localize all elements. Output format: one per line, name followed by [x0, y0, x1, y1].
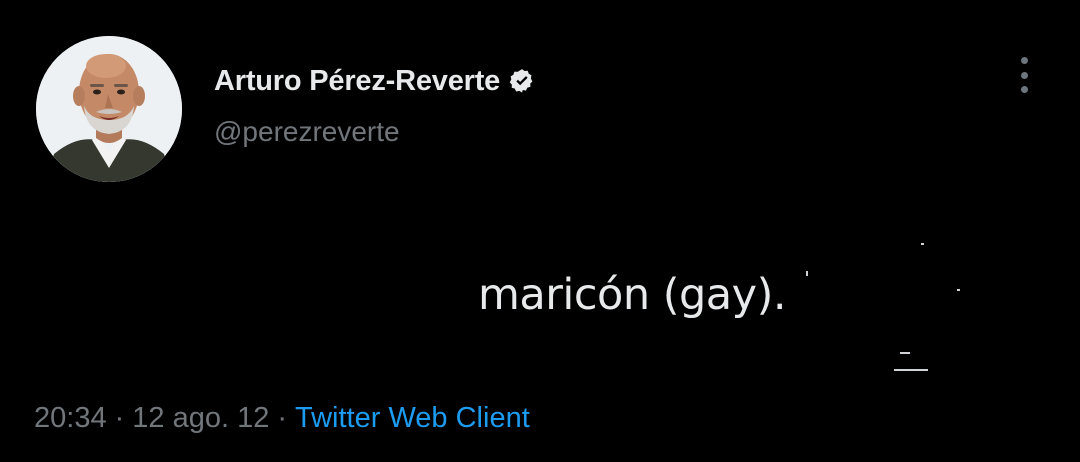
tweet-meta: 20:34 · 12 ago. 12 · Twitter Web Client: [34, 402, 530, 435]
author-name-row: Arturo Pérez-Reverte: [214, 62, 536, 100]
more-dot: [1020, 57, 1028, 64]
verified-badge-icon: [508, 67, 536, 95]
image-artifact: [921, 243, 924, 245]
meta-separator: ·: [277, 402, 287, 434]
more-dot: [1020, 71, 1028, 79]
meta-separator: ·: [114, 402, 125, 434]
author-display-name[interactable]: Arturo Pérez-Reverte: [214, 65, 500, 98]
tweet-client-link[interactable]: Twitter Web Client: [295, 402, 530, 435]
tweet-header: Arturo Pérez-Reverte @perezreverte: [214, 62, 536, 148]
tweet-date[interactable]: 12 ago. 12: [132, 402, 269, 435]
author-avatar[interactable]: [36, 36, 182, 182]
image-artifact: [806, 271, 808, 276]
tweet-text: maricón (gay).: [478, 270, 787, 320]
avatar-photo-icon: [36, 36, 182, 182]
image-artifact: [957, 289, 960, 291]
tweet: Arturo Pérez-Reverte @perezreverte maric…: [0, 0, 1080, 462]
more-dot: [1020, 86, 1028, 93]
image-artifact: [900, 352, 910, 354]
tweet-time[interactable]: 20:34: [34, 402, 107, 435]
more-vertical-icon[interactable]: [1008, 54, 1040, 96]
author-handle[interactable]: @perezreverte: [214, 116, 536, 148]
image-artifact: [894, 369, 928, 371]
